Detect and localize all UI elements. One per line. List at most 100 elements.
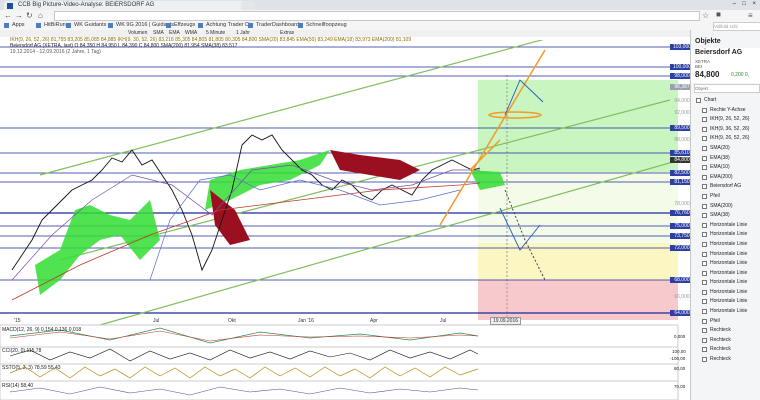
lock-icon	[702, 222, 707, 228]
rsi-axis: 70,00	[674, 384, 686, 389]
lock-icon	[702, 309, 707, 315]
guidants-favicon-icon	[7, 3, 13, 9]
tree-item[interactable]: Pfeil	[694, 192, 749, 202]
lock-icon	[702, 318, 707, 324]
url-input[interactable]	[54, 11, 700, 21]
tree-item[interactable]: EMA(10)	[694, 163, 749, 173]
tree-item[interactable]: Horizontale Linie	[694, 259, 749, 269]
lock-icon	[702, 155, 707, 161]
object-tree: Chart Rechte Y-Achse IKH(9, 26, 52, 26) …	[694, 96, 749, 365]
toolbar-range[interactable]: 1 Jahr	[236, 30, 250, 37]
bookmark-wk-guidants[interactable]: WK Guidants	[66, 21, 106, 30]
price-chart[interactable]	[0, 40, 690, 400]
tab-title: CCB Big Picture-Video-Analyse: BEIERSDOR…	[18, 2, 155, 8]
panel-title: Objekte	[695, 38, 721, 45]
ssto-label: SSTO(5, 3, 3) 78,59 55,43	[2, 365, 61, 371]
ichimoku-cloud	[35, 150, 505, 295]
macd-label: MACD(12, 26, 9) 0,154 0,136 0,018	[2, 327, 82, 333]
tree-item[interactable]: SMA(200)	[694, 202, 749, 212]
symbol-code: BEI	[695, 64, 703, 69]
tree-item[interactable]: Beiersdorf AG	[694, 182, 749, 192]
tree-item[interactable]: Horizontale Linie	[694, 278, 749, 288]
close-window-icon[interactable]: ×	[752, 1, 756, 7]
bookmark-icon	[108, 23, 113, 28]
menu-icon[interactable]: ≡	[748, 11, 753, 20]
chart-legend: IKH(9, 26, 52, 26) 81,755 83,205 85,085 …	[0, 37, 690, 55]
tree-item[interactable]: EMA(38)	[694, 154, 749, 164]
reload-icon[interactable]: ↻	[26, 11, 33, 20]
ssto-axis: 80,00	[674, 366, 686, 371]
lock-icon	[702, 165, 707, 171]
toolbar-extras[interactable]: Extras	[280, 30, 294, 37]
last-price: 84,800	[695, 70, 720, 79]
tree-item[interactable]: Horizontale Linie	[694, 221, 749, 231]
lock-icon	[702, 241, 707, 247]
macd-axis: 0,000	[674, 334, 686, 339]
lock-icon	[702, 136, 707, 142]
bookmark-effzeugs[interactable]: Effzeugs	[166, 21, 195, 30]
bookmark-schnellfoopzeug[interactable]: Schnellfoopzeug	[298, 21, 347, 30]
toolbar-wma[interactable]: WMA	[185, 30, 197, 37]
lock-icon	[702, 145, 707, 151]
object-filter-input[interactable]: Objekt	[694, 84, 760, 93]
time-label: Okt	[228, 318, 236, 324]
tree-item[interactable]: Horizontale Linie	[694, 288, 749, 298]
tree-item[interactable]: Chart	[694, 96, 749, 106]
tree-item[interactable]: SMA(38)	[694, 211, 749, 221]
bookmark-wk-9g-2016[interactable]: WK 9G 2016 | Guidants	[108, 21, 174, 30]
tree-item[interactable]: Horizontale Linie	[694, 240, 749, 250]
lock-icon	[702, 184, 707, 190]
tree-item[interactable]: IKH(9, 26, 52, 26)	[694, 134, 749, 144]
home-icon[interactable]: ⌂	[38, 11, 43, 20]
toolbar-interval[interactable]: 5 Minute	[206, 30, 225, 37]
objects-panel: Vollbild schl Objekte Beiersdorf AG XETR…	[690, 22, 760, 400]
minimize-icon[interactable]: –	[733, 1, 736, 7]
extension-icon[interactable]: ◼	[716, 11, 721, 20]
chart-node-icon	[696, 98, 701, 103]
forward-icon[interactable]: →	[15, 11, 23, 20]
time-cursor-label: 19.09.2016	[490, 317, 522, 325]
bookmark-apps[interactable]: Apps	[4, 21, 25, 30]
tree-item[interactable]: Horizontale Linie	[694, 230, 749, 240]
tree-item[interactable]: Horizontale Linie	[694, 250, 749, 260]
star-icon[interactable]: ☆	[702, 11, 709, 20]
tree-item[interactable]: IKH(9, 36, 52, 26)	[694, 125, 749, 135]
cci-label: CCI(20, 0) 115,78	[2, 348, 42, 354]
tree-item[interactable]: Rechteck	[694, 345, 749, 355]
tree-item[interactable]: EMA(200)	[694, 173, 749, 183]
tree-item[interactable]: Pfeil	[694, 317, 749, 327]
toolbar-volume[interactable]: Volumen	[128, 30, 147, 37]
tree-item[interactable]: Rechte Y-Achse	[694, 106, 749, 116]
browser-tab-bar: CCB Big Picture-Video-Analyse: BEIERSDOR…	[0, 0, 760, 10]
red-zone	[478, 280, 678, 320]
tree-item[interactable]: Rechteck	[694, 326, 749, 336]
bookmark-hitbirun[interactable]: HitBiRun	[36, 21, 66, 30]
tree-item[interactable]: Horizontale Linie	[694, 297, 749, 307]
green-target-zone	[478, 80, 678, 172]
lock-icon	[702, 357, 707, 363]
lock-icon	[702, 280, 707, 286]
lock-icon	[702, 232, 707, 238]
lock-icon	[702, 193, 707, 199]
time-label: Jul	[153, 318, 160, 324]
toolbar-sma[interactable]: SMA	[153, 30, 164, 37]
cci-axis-lower: -100,00	[670, 356, 686, 361]
tree-item[interactable]: Rechteck	[694, 355, 749, 365]
tree-item[interactable]: Horizontale Linie	[694, 307, 749, 317]
tree-item[interactable]: IKH(9, 26, 52, 26)	[694, 115, 749, 125]
maximize-icon[interactable]: □	[742, 1, 746, 7]
back-icon[interactable]: ←	[4, 11, 12, 20]
toolbar-ema[interactable]: EMA	[169, 30, 180, 37]
panel-search-input[interactable]: Vollbild schl	[713, 22, 760, 31]
rsi-label: RSI(14) 58,40	[2, 383, 34, 389]
bookmark-achtung-trader[interactable]: Achtung Trader Die	[198, 21, 253, 30]
browser-tab-active[interactable]: CCB Big Picture-Video-Analyse: BEIERSDOR…	[4, 1, 254, 10]
bookmark-traderdashboard[interactable]: TraderDashboard	[248, 21, 299, 30]
lock-icon	[702, 117, 707, 123]
tree-item[interactable]: Horizontale Linie	[694, 269, 749, 279]
lock-icon	[702, 107, 707, 113]
lock-icon	[702, 270, 707, 276]
tree-item[interactable]: Rechteck	[694, 336, 749, 346]
new-tab-button[interactable]	[241, 1, 255, 10]
tree-item[interactable]: SMA(20)	[694, 144, 749, 154]
